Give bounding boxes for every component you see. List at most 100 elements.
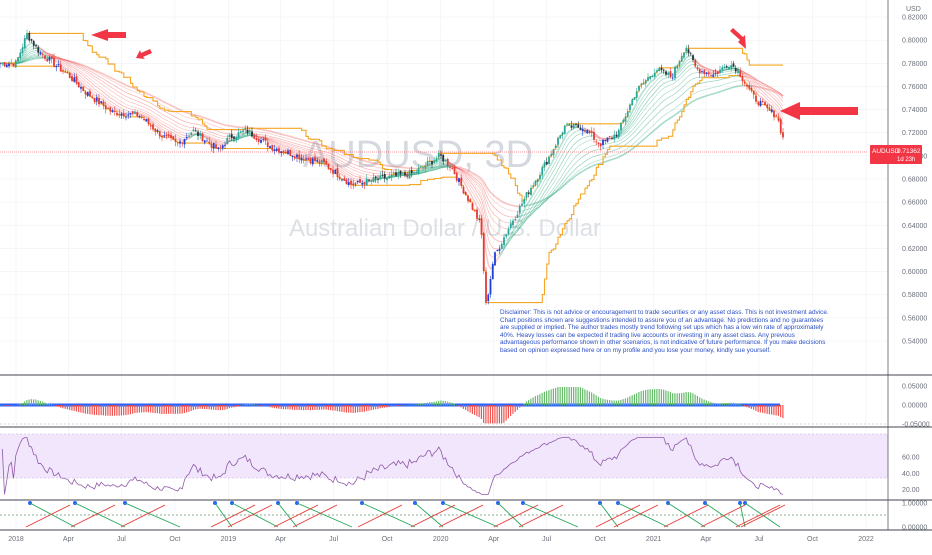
momentum-bar — [132, 405, 133, 414]
candle-body — [708, 72, 710, 74]
candle-body — [136, 112, 138, 116]
candle-body — [521, 204, 523, 206]
momentum-bar — [53, 405, 54, 406]
momentum-bar — [600, 398, 601, 405]
candle-body — [64, 72, 66, 73]
price-tick-label: 0.58000 — [902, 292, 927, 299]
candle-body — [658, 68, 660, 71]
time-tick-label: Apr — [488, 536, 500, 543]
momentum-bar — [665, 390, 666, 405]
momentum-bar — [373, 405, 374, 410]
momentum-bar — [123, 405, 124, 415]
momentum-bar — [35, 400, 36, 406]
candle-body — [289, 150, 291, 156]
arrow-left-large — [780, 102, 858, 120]
candle-body — [474, 210, 476, 211]
candle-body — [114, 111, 116, 112]
momentum-bar — [170, 405, 171, 414]
momentum-bar — [690, 392, 691, 405]
candle-body — [420, 166, 422, 167]
momentum-bar — [121, 405, 122, 415]
momentum-bar — [281, 405, 282, 409]
momentum-bar — [40, 401, 41, 405]
momentum-bar — [47, 403, 48, 405]
momentum-bar — [146, 405, 147, 412]
candle-body — [629, 105, 631, 110]
momentum-bar — [193, 405, 194, 410]
time-tick-label: Jul — [117, 536, 126, 543]
candle-body — [674, 67, 676, 78]
momentum-bar — [557, 387, 558, 405]
candle-body — [265, 138, 267, 141]
candle-body — [530, 188, 532, 195]
momentum-bar — [614, 400, 615, 405]
candle-body — [625, 117, 627, 122]
candle-body — [184, 139, 186, 144]
candle-body — [577, 124, 579, 127]
momentum-bar — [175, 405, 176, 414]
momentum-bar — [242, 405, 243, 406]
candle-body — [584, 130, 586, 132]
chart-canvas[interactable]: AUDUSD, 3D Australian Dollar / U.S. Doll… — [0, 0, 932, 550]
candle-body — [546, 162, 548, 165]
candle-body — [208, 142, 210, 144]
momentum-bar — [413, 404, 414, 405]
momentum-bar — [114, 405, 115, 416]
candle-body — [337, 168, 339, 177]
momentum-bar — [24, 402, 25, 406]
candle-body — [161, 136, 163, 138]
candle-body — [661, 68, 663, 70]
candle-body — [751, 88, 753, 91]
momentum-bar — [593, 394, 594, 405]
candle-body — [15, 61, 17, 68]
oscillator-tick-label: 1.00000 — [902, 501, 927, 508]
candle-body — [670, 71, 672, 77]
momentum-bar — [737, 403, 738, 405]
momentum-bar — [359, 405, 360, 412]
momentum-bar — [314, 405, 315, 410]
candle-body — [733, 63, 735, 66]
momentum-bar — [427, 402, 428, 405]
momentum-bar — [137, 405, 138, 413]
candle-body — [548, 157, 550, 164]
candle-body — [22, 48, 24, 53]
candle-body — [656, 70, 658, 72]
candle-body — [24, 38, 26, 48]
momentum-bar — [251, 404, 252, 405]
momentum-bar — [69, 405, 70, 410]
momentum-bar — [395, 405, 396, 406]
momentum-bar — [647, 390, 648, 406]
momentum-bar — [353, 405, 354, 413]
momentum-bar — [641, 391, 642, 405]
momentum-bar — [202, 405, 203, 409]
candle-body — [121, 113, 123, 115]
candle-body — [154, 129, 156, 132]
momentum-bar — [731, 403, 732, 406]
candle-body — [37, 47, 39, 52]
momentum-bar — [672, 393, 673, 405]
candle-body — [350, 181, 352, 185]
momentum-bar — [744, 405, 745, 406]
momentum-bar — [548, 390, 549, 405]
candle-body — [76, 77, 78, 84]
momentum-bar — [38, 400, 39, 405]
momentum-bar — [515, 405, 516, 412]
momentum-bar — [704, 400, 705, 406]
candle-body — [640, 84, 642, 85]
time-tick-label: Jul — [329, 536, 338, 543]
candle-body — [699, 69, 701, 73]
momentum-bar — [452, 403, 453, 406]
momentum-tick-label: -0.05000 — [902, 422, 930, 429]
momentum-bar — [85, 405, 86, 414]
momentum-bar — [44, 403, 45, 406]
candle-body — [46, 59, 48, 62]
momentum-bar — [463, 405, 464, 409]
candle-body — [771, 109, 773, 112]
candle-body — [78, 82, 80, 87]
momentum-bar — [368, 405, 369, 411]
currency-label: USD — [906, 6, 921, 13]
momentum-bar — [33, 399, 34, 405]
momentum-bar — [773, 405, 774, 415]
candle-body — [296, 155, 298, 158]
candle-body — [413, 172, 415, 173]
